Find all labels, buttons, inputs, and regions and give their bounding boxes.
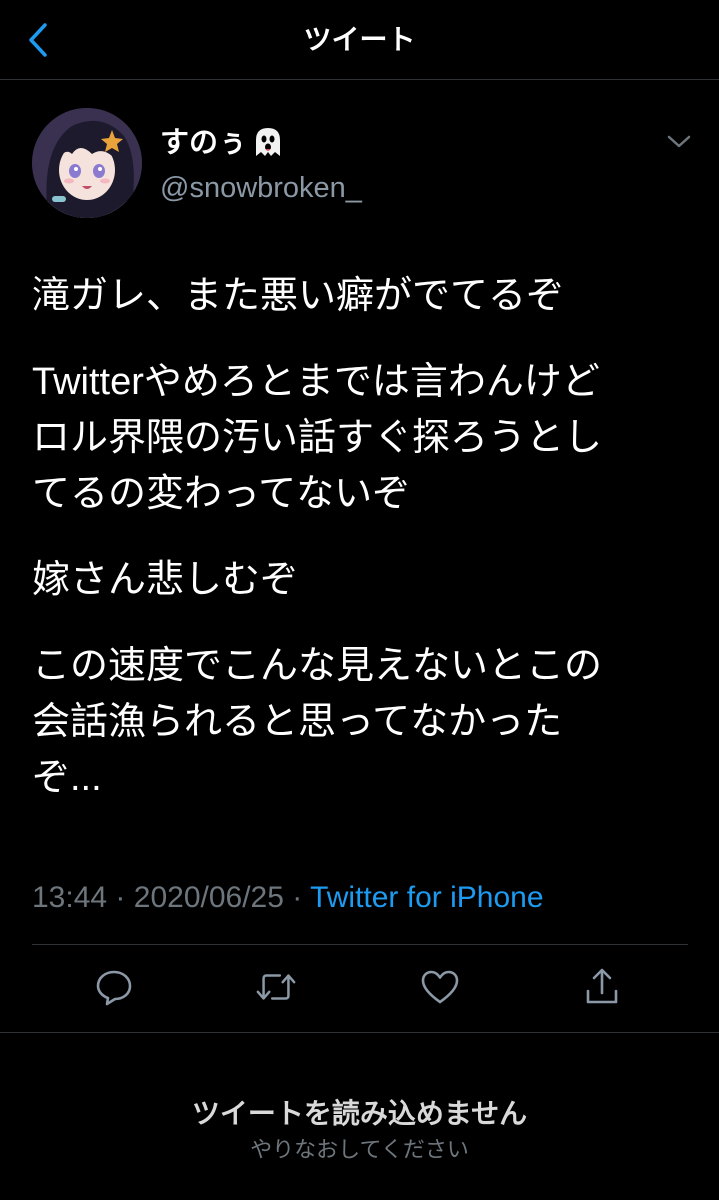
tweet-paragraph: Twitterやめろとまでは言わんけど ロル界隈の汚い話すぐ探ろうとし てるの変… <box>32 361 603 515</box>
tweet-metadata: 13:44 · 2020/06/25 · Twitter for iPhone <box>32 878 544 918</box>
divider <box>0 1032 719 1033</box>
tweet-menu-button[interactable] <box>666 134 692 154</box>
tweet-paragraph: この速度でこんな見えないとこの 会話漁られると思ってなかった ぞ... <box>32 645 603 799</box>
display-name-text: すのぅ <box>160 125 248 159</box>
chevron-down-icon <box>667 135 691 148</box>
tweet-paragraph: 嫁さん悲しむぞ <box>32 559 299 601</box>
page-title: ツイート <box>303 23 416 56</box>
share-button[interactable] <box>580 965 624 1009</box>
tweet-paragraph: 滝ガレ、また悪い癖がでてるぞ <box>32 275 565 317</box>
retry-message[interactable]: やりなおしてください <box>0 1136 719 1166</box>
meta-separator: · <box>292 881 303 914</box>
avatar-image <box>32 108 142 218</box>
reply-icon <box>96 970 132 1006</box>
meta-separator: · <box>115 881 126 914</box>
author-handle[interactable]: @snowbroken_ <box>160 168 362 208</box>
reply-button[interactable] <box>92 965 136 1009</box>
tweet-time: 13:44 <box>32 881 108 914</box>
share-icon <box>586 968 618 1004</box>
tweet-source-link[interactable]: Twitter for iPhone <box>310 881 543 914</box>
tweet-action-bar <box>0 965 719 1015</box>
author-display-name[interactable]: すのぅ <box>160 122 283 168</box>
retweet-button[interactable] <box>254 965 298 1009</box>
ghost-emoji-icon <box>253 126 283 168</box>
avatar[interactable] <box>32 108 142 218</box>
divider <box>32 944 688 945</box>
tweet-text: 滝ガレ、また悪い癖がでてるぞ Twitterやめろとまでは言わんけど ロル界隈の… <box>32 268 697 836</box>
top-navigation-bar: ツイート <box>0 0 719 80</box>
retweet-icon <box>256 974 296 1000</box>
like-button[interactable] <box>418 965 462 1009</box>
tweet-date: 2020/06/25 <box>133 881 284 914</box>
like-icon <box>421 970 459 1004</box>
load-error-title: ツイートを読み込めません <box>191 1097 528 1130</box>
